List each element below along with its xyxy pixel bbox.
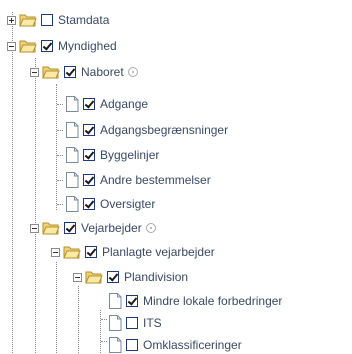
- tree-node-label: Plandivision: [124, 270, 189, 284]
- tree-node-label: Byggelinjer: [100, 148, 160, 162]
- layer-checkbox[interactable]: [126, 295, 138, 307]
- document-icon: [108, 337, 122, 353]
- layer-checkbox[interactable]: [64, 66, 76, 78]
- tree-connector: [57, 204, 63, 205]
- tree-node-oversigter: Oversigter: [65, 195, 155, 213]
- expand-toggle[interactable]: [7, 15, 16, 25]
- folder-open-icon: [63, 245, 81, 259]
- document-icon: [65, 196, 79, 212]
- layer-tree: Stamdata Myndighed Naboret Adgange Adgan…: [0, 0, 352, 353]
- tree-node-andre-bestemmelser: Andre bestemmelser: [65, 171, 211, 189]
- layer-checkbox[interactable]: [126, 339, 138, 351]
- collapse-toggle[interactable]: [51, 247, 60, 257]
- tree-node-naboret: Naboret: [30, 63, 138, 81]
- document-icon: [108, 293, 122, 309]
- tree-node-omklassificeringer: Omklassificeringer: [108, 336, 242, 354]
- tree-node-label: Naboret: [81, 65, 124, 79]
- info-icon[interactable]: [127, 67, 138, 77]
- tree-connector: [100, 310, 101, 353]
- tree-node-label: Myndighed: [58, 39, 117, 53]
- layer-checkbox[interactable]: [83, 124, 95, 136]
- tree-node-label: Oversigter: [100, 197, 156, 211]
- tree-connector: [56, 84, 57, 210]
- tree-node-plandivision: Plandivision: [73, 268, 188, 286]
- tree-node-label: Mindre lokale forbedringer: [143, 294, 283, 308]
- tree-connector: [101, 341, 107, 342]
- layer-checkbox[interactable]: [41, 14, 53, 26]
- document-icon: [65, 172, 79, 188]
- layer-checkbox[interactable]: [126, 317, 138, 329]
- tree-connector: [78, 286, 79, 353]
- tree-node-label: Omklassificeringer: [143, 338, 242, 352]
- tree-node-byggelinjer: Byggelinjer: [65, 146, 159, 164]
- layer-checkbox[interactable]: [85, 246, 97, 258]
- tree-node-label: Adgangsbegrænsninger: [100, 123, 229, 137]
- document-icon: [65, 147, 79, 163]
- document-icon: [108, 315, 122, 331]
- tree-node-label: Stamdata: [58, 13, 110, 27]
- layer-checkbox[interactable]: [107, 271, 119, 283]
- tree-node-vejarbejder: Vejarbejder: [30, 219, 156, 237]
- collapse-toggle[interactable]: [30, 67, 39, 77]
- tree-node-stamdata: Stamdata: [7, 11, 109, 29]
- tree-node-label: Adgange: [100, 97, 149, 111]
- layer-checkbox[interactable]: [83, 149, 95, 161]
- tree-node-myndighed: Myndighed: [7, 37, 117, 55]
- folder-open-icon: [42, 221, 60, 235]
- folder-open-icon: [85, 270, 103, 284]
- tree-node-label: Andre bestemmelser: [100, 173, 211, 187]
- layer-checkbox[interactable]: [83, 98, 95, 110]
- info-icon[interactable]: [145, 223, 156, 233]
- layer-checkbox[interactable]: [83, 198, 95, 210]
- folder-open-icon: [19, 39, 37, 53]
- layer-checkbox[interactable]: [41, 40, 53, 52]
- collapse-toggle[interactable]: [30, 223, 39, 233]
- tree-node-planlagte-vejarbejder: Planlagte vejarbejder: [51, 243, 215, 261]
- tree-connector: [56, 262, 57, 353]
- tree-connector: [57, 180, 63, 181]
- tree-node-label: Planlagte vejarbejder: [102, 245, 215, 259]
- folder-icon: [19, 13, 37, 27]
- tree-connector: [57, 104, 63, 105]
- collapse-toggle[interactable]: [7, 41, 16, 51]
- layer-checkbox[interactable]: [64, 222, 76, 234]
- tree-connector: [12, 12, 13, 353]
- tree-connector: [101, 319, 107, 320]
- tree-node-adgange: Adgange: [65, 95, 148, 113]
- tree-node-label: Vejarbejder: [81, 221, 142, 235]
- collapse-toggle[interactable]: [73, 272, 82, 282]
- tree-node-mindre-lokale-forbedringer: Mindre lokale forbedringer: [108, 292, 282, 310]
- tree-node-its: ITS: [108, 314, 162, 332]
- document-icon: [65, 122, 79, 138]
- tree-connector: [57, 130, 63, 131]
- tree-connector: [35, 58, 36, 353]
- tree-connector: [57, 155, 63, 156]
- document-icon: [65, 96, 79, 112]
- tree-node-adgangsbegraensninger: Adgangsbegrænsninger: [65, 121, 228, 139]
- tree-node-label: ITS: [143, 316, 162, 330]
- layer-checkbox[interactable]: [83, 174, 95, 186]
- folder-open-icon: [42, 65, 60, 79]
